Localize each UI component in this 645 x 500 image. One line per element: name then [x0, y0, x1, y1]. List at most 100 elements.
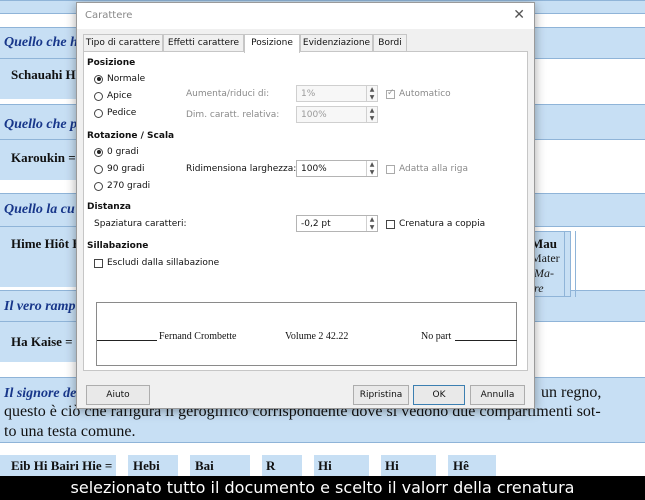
exclude-hyphenation-checkbox[interactable]: Escludi dalla sillabazione	[94, 258, 219, 268]
checkbox-label: Automatico	[399, 89, 451, 99]
help-button[interactable]: Aiuto	[86, 385, 150, 405]
doc-label: Hime Hiôt H	[11, 236, 83, 251]
section-title-rotation: Rotazione / Scala	[87, 131, 175, 141]
doc-text-fragment: un regno,	[541, 384, 602, 401]
doc-cell-text: Mater	[531, 251, 560, 265]
preview-baseline	[97, 340, 157, 341]
reset-button[interactable]: Ripristina	[353, 385, 409, 405]
raise-lower-stepper[interactable]: 1% ▲ ▼	[296, 85, 378, 102]
radio-label: Normale	[107, 74, 146, 84]
radio-270-degrees[interactable]: 270 gradi	[94, 181, 150, 191]
stepper-arrows: ▲ ▼	[366, 86, 377, 101]
doc-cell-text: Hebi	[133, 458, 160, 473]
checkbox-label: Escludi dalla sillabazione	[107, 258, 220, 268]
checkbox-box[interactable]	[386, 88, 395, 99]
position-panel: Posizione Normale Apice Pedice Aumenta/r…	[83, 51, 528, 371]
doc-heading: Quello che p	[4, 117, 78, 132]
pair-kerning-checkbox[interactable]: Crenatura a coppia	[386, 219, 485, 229]
doc-heading: Il signore de	[4, 386, 77, 401]
checkbox-box[interactable]	[386, 219, 395, 229]
dialog-titlebar[interactable]: Carattere ✕	[77, 3, 534, 29]
character-spacing-stepper[interactable]: -0,2 pt ▲ ▼	[296, 215, 378, 232]
preview-baseline	[455, 340, 517, 341]
doc-cell-text: Hê	[453, 458, 469, 473]
stepper-arrows: ▲ ▼	[366, 161, 377, 176]
doc-cell-text: Hi	[318, 458, 332, 473]
doc-heading: Il vero ramp	[4, 299, 76, 314]
chevron-down-icon[interactable]: ▼	[367, 169, 377, 176]
radio-label: 270 gradi	[107, 181, 151, 191]
doc-paragraph-line: to una testa comune.	[4, 423, 136, 440]
relative-size-value: 100%	[301, 110, 327, 120]
tab-position[interactable]: Posizione	[244, 34, 300, 53]
radio-normal[interactable]: Normale	[94, 74, 145, 84]
chevron-down-icon[interactable]: ▼	[367, 224, 377, 231]
doc-cell-text: Hi	[385, 458, 399, 473]
checkbox-box[interactable]	[386, 164, 395, 174]
character-spacing-value: -0,2 pt	[301, 219, 331, 229]
doc-heading: Quello la cu	[4, 202, 75, 217]
checkbox-label: Crenatura a coppia	[399, 219, 486, 229]
radio-label: 0 gradi	[107, 147, 139, 157]
tab-highlighting[interactable]: Evidenziazione	[300, 34, 373, 52]
radio-label: Apice	[107, 91, 132, 101]
preview-text-center: Volume 2 42.22	[285, 331, 349, 342]
radio-90-degrees[interactable]: 90 gradi	[94, 164, 144, 174]
stepper-arrows: ▲ ▼	[366, 107, 377, 122]
relative-size-stepper[interactable]: 100% ▲ ▼	[296, 106, 378, 123]
table-border	[564, 231, 565, 297]
chevron-down-icon[interactable]: ▼	[367, 94, 377, 101]
doc-cell-text: Bai	[195, 458, 214, 473]
radio-superscript[interactable]: Apice	[94, 91, 132, 101]
section-title-spacing: Distanza	[87, 202, 132, 212]
close-icon[interactable]: ✕	[513, 7, 525, 23]
radio-0-degrees[interactable]: 0 gradi	[94, 147, 139, 157]
fit-to-line-checkbox[interactable]: Adatta alla riga	[386, 164, 468, 174]
tab-borders[interactable]: Bordi	[373, 34, 407, 52]
doc-cell-text: R	[266, 458, 276, 473]
table-border	[575, 231, 576, 297]
raise-lower-value: 1%	[301, 89, 316, 99]
chevron-down-icon[interactable]: ▼	[367, 115, 377, 122]
radio-dot[interactable]	[94, 108, 103, 118]
radio-dot[interactable]	[94, 181, 103, 191]
doc-label: Karoukin =	[11, 150, 76, 165]
preview-text-left: Fernand Crombette	[159, 331, 237, 342]
doc-cell-text: Ma-	[534, 266, 554, 280]
radio-label: 90 gradi	[107, 164, 145, 174]
chevron-up-icon[interactable]: ▲	[367, 107, 377, 114]
preview-text-right: No part	[421, 331, 452, 342]
tab-font-effects[interactable]: Effetti carattere	[163, 34, 244, 52]
cancel-button[interactable]: Annulla	[470, 385, 525, 405]
tab-font[interactable]: Tipo di carattere	[83, 34, 163, 52]
checkbox-box[interactable]	[94, 258, 103, 268]
chevron-up-icon[interactable]: ▲	[367, 216, 377, 223]
radio-dot[interactable]	[94, 147, 103, 157]
section-title-position: Posizione	[87, 58, 136, 68]
relative-size-label: Dim. caratt. relativa:	[186, 110, 280, 120]
radio-dot[interactable]	[94, 91, 103, 101]
radio-dot[interactable]	[94, 74, 103, 84]
character-dialog: Carattere ✕ Tipo di carattere Effetti ca…	[76, 2, 535, 409]
doc-label: Eib Hi Bairi Hie =	[11, 458, 113, 473]
automatic-checkbox[interactable]: Automatico	[386, 88, 451, 99]
scale-width-stepper[interactable]: 100% ▲ ▼	[296, 160, 378, 177]
doc-cell-text: re	[534, 281, 544, 295]
chevron-up-icon[interactable]: ▲	[367, 161, 377, 168]
section-title-hyphenation: Sillabazione	[87, 241, 149, 251]
doc-label: Ha Kaise =	[11, 334, 73, 349]
radio-subscript[interactable]: Pedice	[94, 108, 136, 118]
font-preview: Fernand Crombette Volume 2 42.22 No part	[96, 302, 517, 366]
stepper-arrows: ▲ ▼	[366, 216, 377, 231]
character-spacing-label: Spaziatura caratteri:	[94, 219, 187, 229]
dialog-title: Carattere	[85, 10, 133, 21]
checkbox-label: Adatta alla riga	[399, 164, 468, 174]
raise-lower-label: Aumenta/riduci di:	[186, 89, 270, 99]
scale-width-label: Ridimensiona larghezza:	[186, 164, 297, 174]
chevron-up-icon[interactable]: ▲	[367, 86, 377, 93]
ok-button[interactable]: OK	[413, 385, 465, 405]
scale-width-value: 100%	[301, 164, 327, 174]
radio-label: Pedice	[107, 108, 137, 118]
radio-dot[interactable]	[94, 164, 103, 174]
doc-heading: Quello che h	[4, 35, 78, 50]
